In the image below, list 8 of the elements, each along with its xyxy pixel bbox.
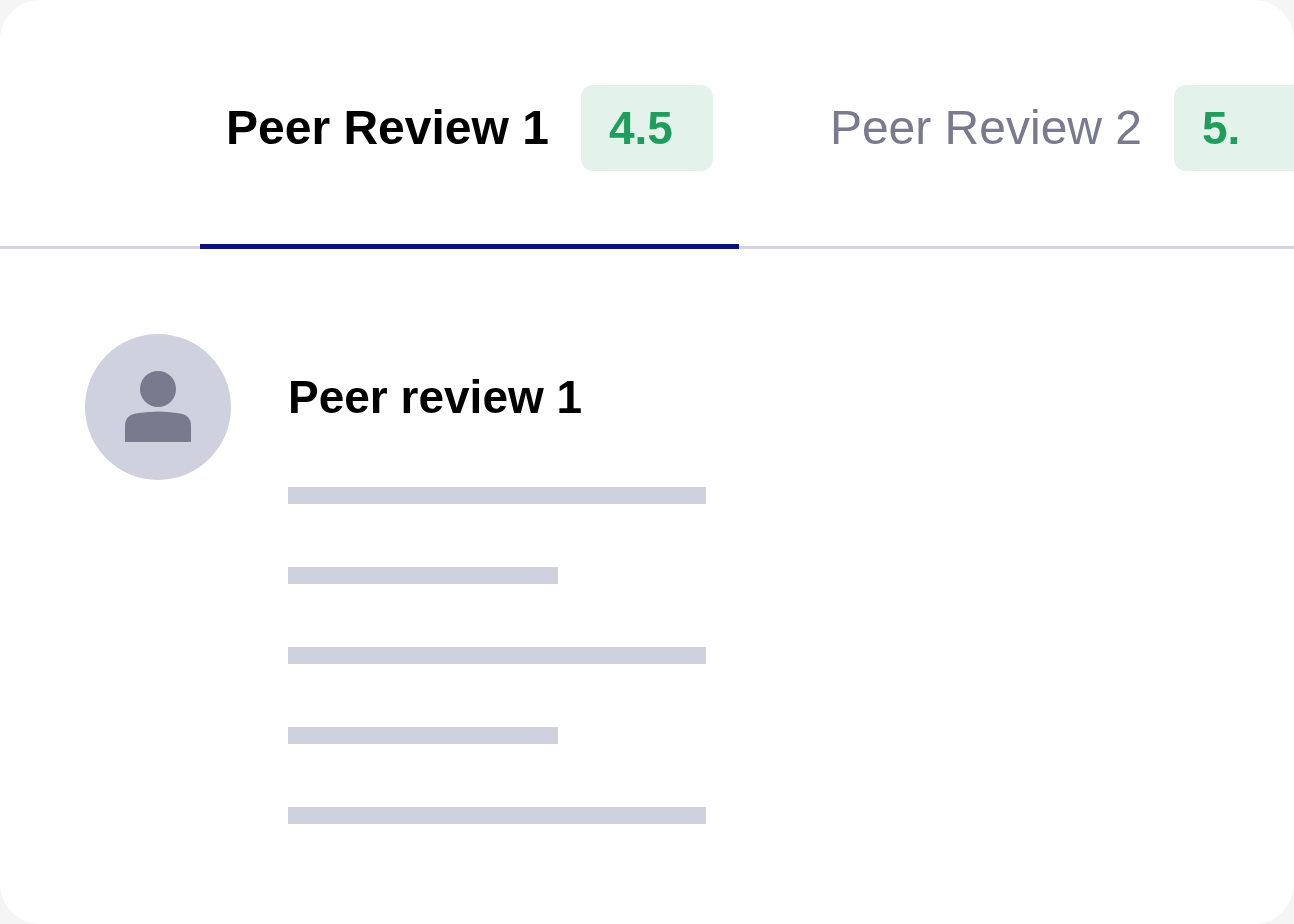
score-badge: 4.5 (580, 85, 713, 171)
review-tab[interactable]: Peer Review 1 4.5 (200, 0, 739, 249)
tab-label: Peer Review 1 (226, 100, 549, 156)
score-badge: 5. (1174, 85, 1294, 171)
review-tab[interactable]: Peer Review 2 5. (803, 0, 1294, 249)
person-icon (125, 370, 191, 444)
review-title: Peer review 1 (288, 374, 584, 420)
tab-label: Peer Review 2 (829, 100, 1142, 156)
